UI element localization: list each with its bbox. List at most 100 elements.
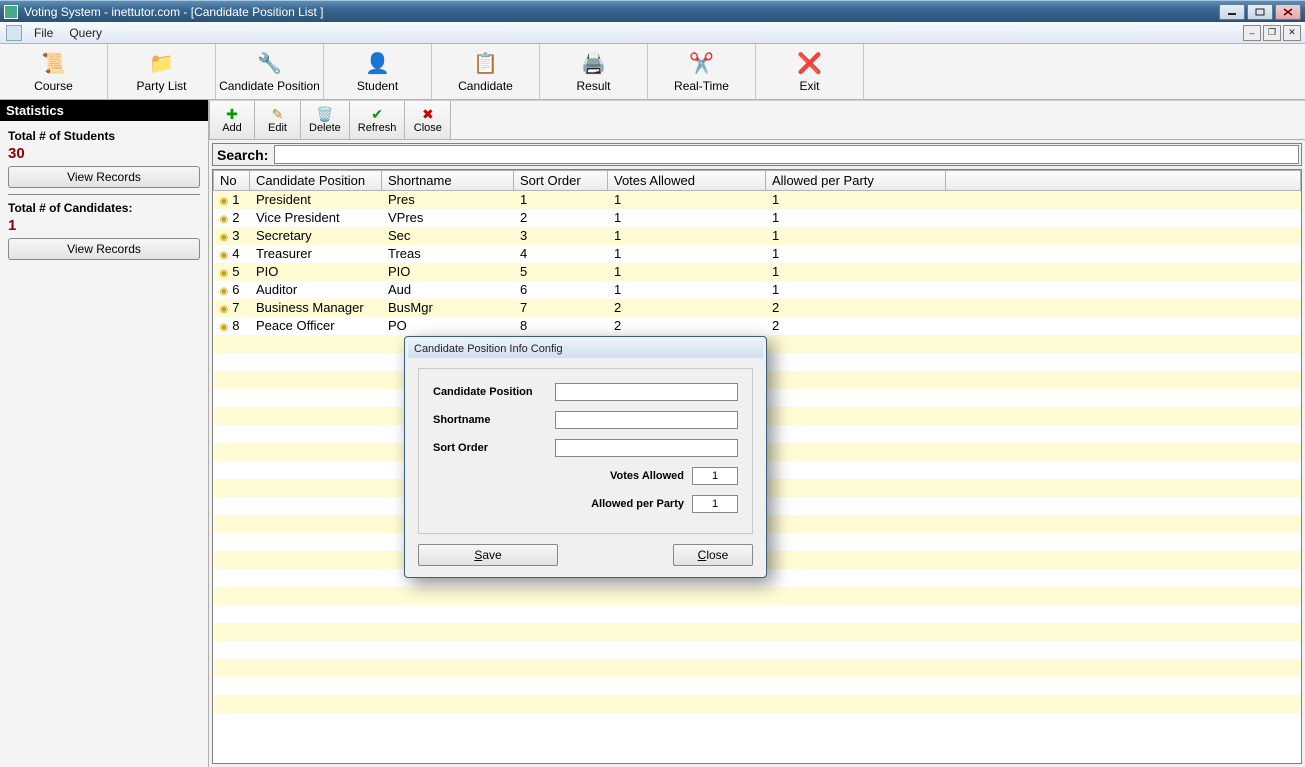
pencil-icon: ✎ [272,106,284,122]
table-row[interactable]: ◉1PresidentPres111 [214,191,1301,209]
search-label: Search: [213,147,272,163]
statistics-header: Statistics [0,100,208,121]
sortorder-field[interactable] [555,439,738,457]
row-bullet-icon: ◉ [220,232,229,243]
toolbar-student-button[interactable]: 👤Student [324,44,432,99]
toolbar-candidate-button[interactable]: 📋Candidate [432,44,540,99]
dialog-save-button[interactable]: Save [418,544,558,566]
system-menu-icon[interactable] [6,25,22,41]
candidates-label: Total # of Candidates: [8,201,200,215]
toolbar-result-button[interactable]: 🖨️Result [540,44,648,99]
position-field-label: Candidate Position [433,386,555,398]
sub-toolbar: ✚Add ✎Edit 🗑️Delete ✔Refresh ✖Close [209,100,1305,140]
row-bullet-icon: ◉ [220,196,229,207]
folder-icon: 📁 [149,51,175,77]
allowed-field[interactable] [692,495,738,513]
window-titlebar: Voting System - inettutor.com - [Candida… [0,0,1305,22]
allowed-field-label: Allowed per Party [433,498,692,510]
menu-file[interactable]: File [26,24,61,42]
col-spacer [946,171,1301,191]
dialog-close-button[interactable]: Close [673,544,753,566]
toolbar-course-button[interactable]: 📜Course [0,44,108,99]
col-shortname[interactable]: Shortname [382,171,514,191]
row-bullet-icon: ◉ [220,322,229,333]
table-row[interactable]: ◉2Vice PresidentVPres211 [214,209,1301,227]
table-row[interactable]: ◉3SecretarySec311 [214,227,1301,245]
toolbar-partylist-button[interactable]: 📁Party List [108,44,216,99]
plus-icon: ✚ [226,106,238,122]
check-icon: ✔ [371,106,383,122]
menubar: File Query ‒ ❐ ✕ [0,22,1305,44]
table-row [214,587,1301,605]
position-config-dialog: Candidate Position Info Config Candidate… [404,336,767,578]
col-allowedperparty[interactable]: Allowed per Party [766,171,946,191]
mdi-minimize-button[interactable]: ‒ [1243,25,1261,41]
table-row [214,641,1301,659]
mdi-close-button[interactable]: ✕ [1283,25,1301,41]
table-row [214,677,1301,695]
window-title: Voting System - inettutor.com - [Candida… [24,5,323,19]
shortname-field[interactable] [555,411,738,429]
col-votesallowed[interactable]: Votes Allowed [608,171,766,191]
table-row[interactable]: ◉5PIOPIO511 [214,263,1301,281]
clipboard-icon: 📋 [473,51,499,77]
divider [8,194,200,195]
edit-button[interactable]: ✎Edit [255,101,301,139]
table-row[interactable]: ◉6AuditorAud611 [214,281,1301,299]
mdi-restore-button[interactable]: ❐ [1263,25,1281,41]
position-field[interactable] [555,383,738,401]
app-icon [4,5,18,19]
tools-icon: 🔧 [257,51,283,77]
scroll-icon: 📜 [41,51,67,77]
sortorder-field-label: Sort Order [433,442,555,454]
cross-icon: ✖ [422,106,434,122]
row-bullet-icon: ◉ [220,268,229,279]
search-bar: Search: [212,143,1302,166]
row-bullet-icon: ◉ [220,250,229,261]
dialog-title: Candidate Position Info Config [408,340,763,358]
students-value: 30 [8,145,200,162]
col-no[interactable]: No [214,171,250,191]
main-toolbar: 📜Course 📁Party List 🔧Candidate Position … [0,44,1305,100]
toolbar-candidateposition-button[interactable]: 🔧Candidate Position [216,44,324,99]
menu-query[interactable]: Query [61,24,110,42]
toolbar-exit-button[interactable]: ❌Exit [756,44,864,99]
shortname-field-label: Shortname [433,414,555,426]
row-bullet-icon: ◉ [220,286,229,297]
cross-icon: ❌ [797,51,823,77]
view-students-button[interactable]: View Records [8,166,200,188]
candidates-value: 1 [8,217,200,234]
window-minimize-button[interactable] [1219,4,1245,20]
table-row [214,659,1301,677]
col-sortorder[interactable]: Sort Order [514,171,608,191]
table-row [214,605,1301,623]
row-bullet-icon: ◉ [220,304,229,315]
refresh-button[interactable]: ✔Refresh [350,101,406,139]
view-candidates-button[interactable]: View Records [8,238,200,260]
trash-icon: 🗑️ [316,106,333,122]
table-row[interactable]: ◉4TreasurerTreas411 [214,245,1301,263]
sidebar: Statistics Total # of Students 30 View R… [0,100,209,767]
toolbar-realtime-button[interactable]: ✂️Real-Time [648,44,756,99]
add-button[interactable]: ✚Add [209,101,255,139]
table-header-row: No Candidate Position Shortname Sort Ord… [214,171,1301,191]
table-row [214,623,1301,641]
table-row[interactable]: ◉7Business ManagerBusMgr722 [214,299,1301,317]
scissors-icon: ✂️ [689,51,715,77]
table-row [214,695,1301,713]
window-close-button[interactable] [1275,4,1301,20]
user-icon: 👤 [365,51,391,77]
table-row [214,713,1301,731]
table-row[interactable]: ◉8Peace OfficerPO822 [214,317,1301,335]
votes-field-label: Votes Allowed [433,470,692,482]
row-bullet-icon: ◉ [220,214,229,225]
search-input[interactable] [274,145,1299,164]
content-area: ✚Add ✎Edit 🗑️Delete ✔Refresh ✖Close Sear… [209,100,1305,767]
col-position[interactable]: Candidate Position [250,171,382,191]
students-label: Total # of Students [8,129,200,143]
delete-button[interactable]: 🗑️Delete [301,101,350,139]
votes-field[interactable] [692,467,738,485]
window-maximize-button[interactable] [1247,4,1273,20]
close-button[interactable]: ✖Close [405,101,451,139]
printer-icon: 🖨️ [581,51,607,77]
